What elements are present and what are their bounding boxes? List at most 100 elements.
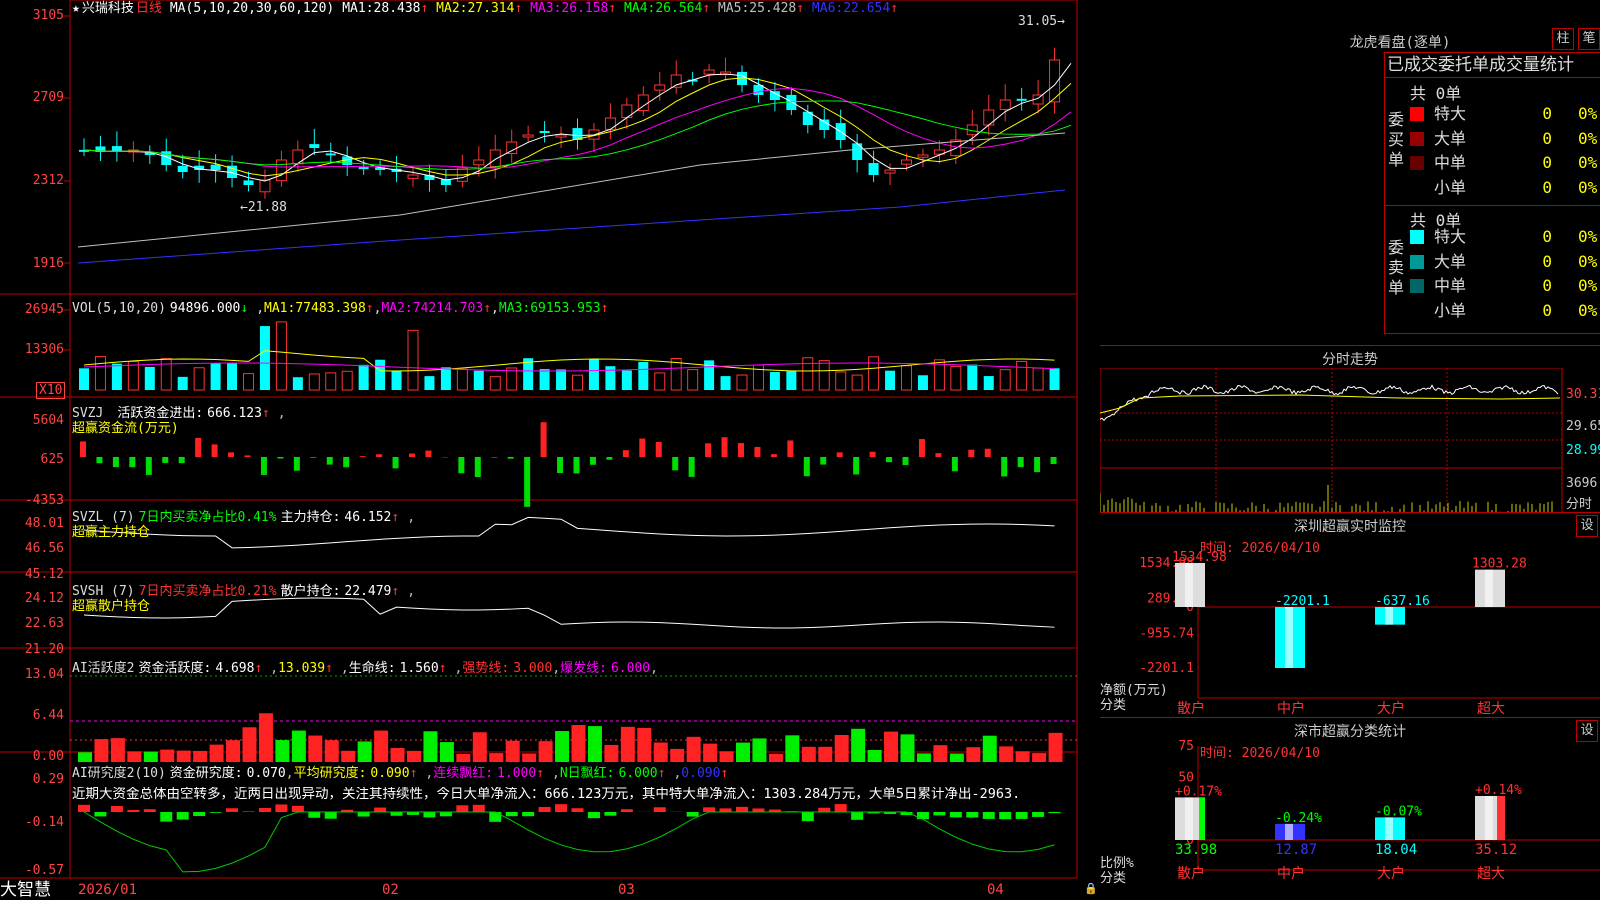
svsh-line [83, 597, 1055, 629]
period-label[interactable]: 日线 [136, 1, 162, 16]
monitor-bar-shine [1285, 607, 1293, 668]
flow-bar [968, 449, 975, 457]
classify-category: 大户 [1377, 865, 1405, 882]
flow-bar [935, 453, 942, 457]
ai2-header: AI研究度2(10) 资金研究度: 0.070,平均研究度: 0.090↑ ,连续飘红:… [72, 766, 729, 781]
tick-view-button[interactable]: 笔 [1578, 28, 1600, 50]
volume-bar [621, 370, 632, 390]
monitor-bar-shine [1385, 607, 1393, 625]
volume-bar [638, 361, 649, 390]
classify-value-label: 18.04 [1375, 842, 1417, 858]
vol-axis-label: 13306 [24, 342, 64, 357]
volume-bar [391, 370, 402, 390]
intraday-panel[interactable]: 分时走势 [1100, 345, 1600, 513]
ma-lines [77, 63, 1072, 264]
research-bar [933, 812, 946, 816]
lhb-row: 特大 0 0% [1408, 102, 1600, 126]
volume-bar [539, 369, 550, 390]
volume-bar [177, 376, 188, 390]
ma-label: MA1: [342, 1, 374, 16]
activity-bar [604, 744, 619, 762]
lhb-pct: 0% [1578, 128, 1598, 148]
activity-bar [226, 740, 241, 762]
research-bar [456, 805, 469, 812]
volume-bar [127, 360, 139, 391]
research-bar [176, 812, 189, 820]
activity-bar [966, 747, 981, 762]
volume-bar [556, 369, 567, 390]
candle-body [275, 159, 287, 182]
lhb-count: 0 [1542, 153, 1552, 172]
monitor-panel: 深圳超赢实时监控 设 时间: 2026/04/10 净额(万元) 分类 1534.… [1100, 512, 1600, 717]
svzl-line [83, 516, 1055, 629]
research-bar [801, 812, 814, 822]
chart-area[interactable] [0, 0, 1100, 900]
flow-bar [277, 457, 284, 459]
candle-body [506, 141, 518, 154]
volume-bar [325, 372, 337, 391]
vol-axis-label: 26945 [24, 302, 64, 317]
volume-bar [193, 367, 205, 391]
volume-bar [456, 368, 468, 391]
volume-bar [983, 376, 994, 390]
candle-body [489, 149, 501, 168]
activity-bar [768, 753, 783, 762]
lhb-count: 0 [1542, 276, 1552, 295]
ai2-axis-label: 0.29 [32, 772, 64, 787]
classify-category: 超大 [1477, 866, 1505, 882]
flow-bar [1001, 457, 1008, 477]
stock-name[interactable]: 兴瑞科技 [82, 1, 134, 16]
price-axis-label: 1916 [32, 256, 64, 271]
date-label: 2026/01 [78, 882, 138, 898]
research-line [83, 811, 1055, 873]
classify-bar-edge [1199, 797, 1205, 840]
classify-bar-edge [1497, 795, 1505, 840]
flow-bar [770, 454, 777, 457]
volume-bar [358, 364, 369, 390]
activity-bar [933, 745, 948, 762]
lhb-name: 中单 [1434, 276, 1467, 295]
intraday-avg-line [1100, 394, 1561, 414]
activity-bar [571, 725, 586, 762]
research-bar [604, 812, 617, 816]
ai2-axis-label: -0.14 [24, 815, 64, 830]
lhb-count: 0 [1542, 251, 1552, 271]
activity-bar [308, 735, 323, 762]
classify-bar-shine [1385, 817, 1393, 840]
flow-bar [705, 443, 712, 457]
price-axis-label: 3105 [32, 8, 64, 23]
classify-panel: 深市超赢分类统计 设 时间: 2026/04/10 比例%分类 7550250+… [1100, 717, 1600, 900]
activity-bar [801, 746, 816, 762]
volume-bar [259, 326, 270, 390]
flow-bar [1050, 457, 1057, 464]
research-bar [620, 809, 633, 812]
flow-bar [639, 438, 646, 457]
research-bar [1015, 812, 1028, 819]
activity-bar [160, 749, 175, 762]
ma-value: 28.438 [373, 1, 421, 16]
volume-bar [440, 367, 451, 390]
classify-value-label: 35.12 [1475, 842, 1517, 858]
activity-bar [110, 738, 125, 762]
vol-ma-value: 77483.398 [295, 301, 366, 316]
research-bar [571, 808, 584, 812]
brand-logo[interactable]: 大智慧 [0, 880, 51, 900]
lock-icon[interactable]: 🔒 [1084, 882, 1098, 895]
research-bar [472, 804, 485, 812]
intraday-axis-label: 28.99 [1566, 443, 1600, 458]
candle-body [555, 134, 567, 138]
volume-bar [901, 365, 912, 391]
flow-bar [803, 457, 810, 477]
candle-body [901, 159, 912, 165]
flow-bar [145, 457, 152, 475]
up-arrow: ↑ [365, 301, 374, 316]
classify-bar-shine [1485, 795, 1493, 840]
activity-bar [949, 753, 964, 762]
lhb-row: 中单 0 0% [1408, 274, 1600, 298]
activity-bar [275, 740, 290, 762]
classify-axis-label: 50 [1178, 770, 1194, 785]
flow-bar [853, 457, 860, 475]
candle-body [1016, 98, 1027, 101]
research-bar [686, 812, 699, 817]
bar-view-button[interactable]: 柱 [1552, 28, 1574, 50]
